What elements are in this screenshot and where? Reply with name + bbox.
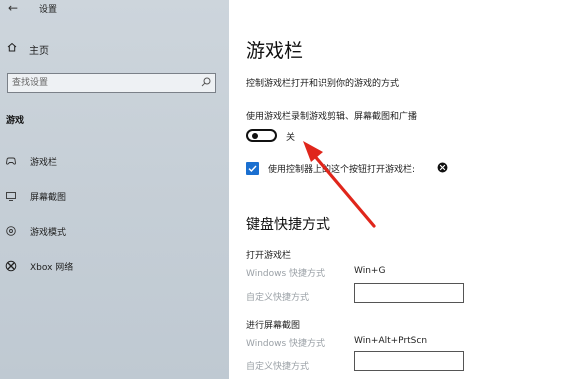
custom-shortcut-input[interactable] [354,351,464,371]
sidebar: ← 设置 主页 游戏 游戏栏 屏幕截图 游戏模式 [0,0,229,379]
search-box[interactable] [7,73,216,93]
windows-shortcut-label: Windows 快捷方式 [246,269,326,279]
sidebar-item-home[interactable]: 主页 [0,40,229,58]
search-icon[interactable] [201,77,211,87]
shortcuts-title: 键盘快捷方式 [246,217,330,233]
window-title: 设置 [39,5,58,15]
sidebar-item-game-bar[interactable]: 游戏栏 [0,152,229,172]
controller-checkbox[interactable] [246,162,259,175]
main-panel: 游戏栏 控制游戏栏打开和识别你的游戏的方式 使用游戏栏录制游戏剪辑、屏幕截图和广… [229,0,571,379]
sidebar-item-xbox-network[interactable]: Xbox 网络 [0,257,229,277]
xbox-icon [5,260,17,272]
section-title: 游戏 [6,116,25,126]
checkmark-icon [248,165,257,173]
back-arrow-icon[interactable]: ← [8,0,18,16]
page-description: 控制游戏栏打开和识别你的游戏的方式 [246,79,400,89]
toggle-state-label: 关 [286,133,296,143]
controller-checkbox-label: 使用控制器上的这个按钮打开游戏栏: [268,165,416,175]
sidebar-item-label: 游戏模式 [30,228,67,238]
page-title: 游戏栏 [246,40,304,62]
toggle-knob [252,133,258,139]
home-icon [7,42,17,52]
shortcut-group-title: 打开游戏栏 [246,251,292,261]
game-mode-icon [6,226,16,236]
sidebar-item-label: 游戏栏 [30,158,58,168]
game-bar-icon [6,157,16,165]
windows-shortcut-value: Win+Alt+PrtScn [354,336,428,346]
sidebar-item-game-mode[interactable]: 游戏模式 [0,222,229,242]
windows-shortcut-label: Windows 快捷方式 [246,339,326,349]
search-input[interactable] [12,76,192,90]
record-setting-label: 使用游戏栏录制游戏剪辑、屏幕截图和广播 [246,112,418,122]
custom-shortcut-label: 自定义快捷方式 [246,362,310,372]
windows-shortcut-value: Win+G [354,266,386,276]
sidebar-item-label: Xbox 网络 [30,263,74,273]
custom-shortcut-label: 自定义快捷方式 [246,293,310,303]
sidebar-item-label: 主页 [29,46,49,57]
shortcut-group-title: 进行屏幕截图 [246,321,301,331]
record-toggle[interactable] [246,129,277,142]
sidebar-item-screenshot[interactable]: 屏幕截图 [0,187,229,207]
screenshot-icon [6,192,16,201]
sidebar-item-label: 屏幕截图 [30,193,67,203]
xbox-button-icon [437,162,448,173]
custom-shortcut-input[interactable] [354,283,464,303]
